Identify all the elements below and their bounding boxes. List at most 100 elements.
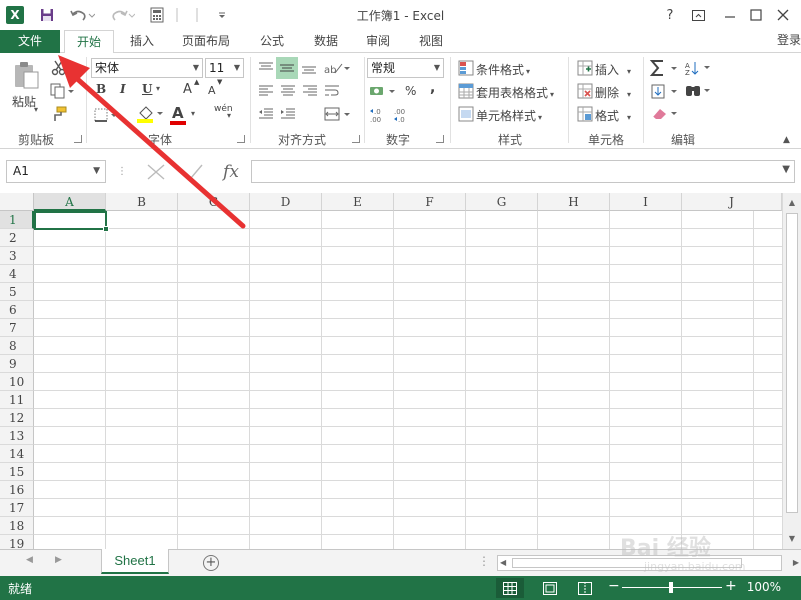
insert-function-button[interactable]: fx	[214, 160, 248, 183]
row-header-7[interactable]: 7	[0, 319, 34, 337]
add-sheet-button[interactable]: +	[203, 555, 219, 571]
align-middle-icon[interactable]	[276, 57, 298, 79]
copy-icon[interactable]	[48, 82, 78, 100]
align-center-icon[interactable]	[278, 82, 298, 100]
tab-file[interactable]: 文件	[0, 30, 60, 53]
orientation-icon[interactable]: ab	[322, 59, 352, 77]
comma-style-button[interactable]: ,	[430, 80, 435, 96]
font-color-dropdown-icon[interactable]: ▾	[191, 109, 195, 118]
align-bottom-icon[interactable]	[299, 59, 319, 77]
shrink-font-button[interactable]: A	[208, 84, 216, 97]
row-header-13[interactable]: 13	[0, 427, 34, 445]
tab-split-grip-icon[interactable]: ⋮	[478, 554, 490, 568]
font-name-combo[interactable]: 宋体 ▼	[91, 58, 203, 78]
maximize-icon[interactable]	[745, 5, 767, 25]
delete-cells-button[interactable]: 删除 ▾	[595, 84, 631, 101]
tab-view[interactable]: 视图	[411, 30, 451, 53]
autosum-icon[interactable]	[648, 57, 682, 79]
formula-bar-grip-icon[interactable]: ⋮	[117, 160, 127, 183]
column-header-j[interactable]: J	[682, 193, 782, 211]
paste-dropdown-icon[interactable]: ▾	[34, 105, 38, 114]
column-header-g[interactable]: G	[466, 193, 538, 211]
row-header-12[interactable]: 12	[0, 409, 34, 427]
increase-indent-icon[interactable]	[278, 105, 298, 123]
tab-insert[interactable]: 插入	[122, 30, 162, 53]
normal-view-icon[interactable]	[496, 578, 524, 598]
paste-icon[interactable]	[8, 59, 44, 91]
conditional-formatting-button[interactable]: 条件格式 ▾	[476, 61, 530, 78]
cell-area[interactable]	[34, 211, 782, 549]
scroll-left-icon[interactable]: ◀	[500, 556, 506, 570]
confirm-entry-icon[interactable]	[176, 160, 212, 183]
row-header-1[interactable]: 1	[0, 211, 34, 229]
select-all-button[interactable]	[0, 193, 34, 211]
conditional-formatting-icon[interactable]	[456, 59, 476, 77]
zoom-out-button[interactable]: −	[608, 578, 620, 594]
page-break-view-icon[interactable]	[571, 578, 599, 598]
font-launcher-icon[interactable]	[237, 135, 245, 143]
row-header-4[interactable]: 4	[0, 265, 34, 283]
chevron-down-icon[interactable]: ▼	[434, 59, 440, 77]
vertical-scroll-thumb[interactable]	[786, 213, 798, 513]
row-header-6[interactable]: 6	[0, 301, 34, 319]
chevron-down-icon[interactable]: ▼	[193, 59, 199, 77]
clipboard-launcher-icon[interactable]	[74, 135, 82, 143]
chevron-down-icon[interactable]: ▼	[234, 59, 240, 77]
tab-data[interactable]: 数据	[306, 30, 346, 53]
borders-icon[interactable]	[92, 105, 120, 125]
next-sheet-icon[interactable]: ▶	[55, 555, 62, 565]
cancel-entry-icon[interactable]	[138, 160, 174, 183]
increase-decimal-icon[interactable]: .0.00	[368, 105, 390, 125]
align-right-icon[interactable]	[300, 82, 320, 100]
row-header-16[interactable]: 16	[0, 481, 34, 499]
row-header-9[interactable]: 9	[0, 355, 34, 373]
column-header-f[interactable]: F	[394, 193, 466, 211]
fill-handle[interactable]	[103, 226, 109, 232]
format-as-table-button[interactable]: 套用表格格式 ▾	[476, 84, 554, 101]
page-layout-view-icon[interactable]	[536, 578, 564, 598]
row-header-8[interactable]: 8	[0, 337, 34, 355]
cell-styles-icon[interactable]	[456, 105, 476, 123]
underline-button[interactable]: U	[142, 82, 152, 96]
zoom-slider[interactable]	[622, 582, 722, 593]
zoom-slider-thumb[interactable]	[669, 582, 673, 593]
tab-page-layout[interactable]: 页面布局	[176, 30, 236, 53]
paste-button[interactable]: 粘贴	[12, 93, 36, 110]
phonetic-dropdown-icon[interactable]: ▾	[227, 111, 231, 120]
scroll-up-icon[interactable]: ▲	[785, 196, 799, 210]
grow-font-button[interactable]: A	[183, 82, 192, 97]
delete-cells-icon[interactable]	[575, 82, 595, 100]
tab-review[interactable]: 审阅	[358, 30, 398, 53]
merge-center-icon[interactable]	[322, 105, 354, 123]
ribbon-display-icon[interactable]	[687, 5, 709, 25]
cell-styles-button[interactable]: 单元格样式 ▾	[476, 107, 542, 124]
italic-button[interactable]: I	[120, 82, 126, 96]
prev-sheet-icon[interactable]: ◀	[26, 555, 33, 565]
format-painter-icon[interactable]	[48, 105, 70, 123]
find-select-icon[interactable]	[684, 82, 714, 100]
align-left-icon[interactable]	[256, 82, 276, 100]
row-header-3[interactable]: 3	[0, 247, 34, 265]
row-header-2[interactable]: 2	[0, 229, 34, 247]
underline-dropdown-icon[interactable]: ▾	[156, 84, 160, 93]
cut-icon[interactable]	[48, 59, 70, 77]
number-launcher-icon[interactable]	[436, 135, 444, 143]
sign-in-link[interactable]: 登录	[777, 30, 801, 50]
row-header-10[interactable]: 10	[0, 373, 34, 391]
collapse-ribbon-icon[interactable]: ▲	[783, 135, 790, 145]
name-box[interactable]: A1 ▼	[6, 160, 106, 183]
format-cells-icon[interactable]	[575, 105, 595, 123]
decrease-decimal-icon[interactable]: .00.0	[392, 105, 414, 125]
help-icon[interactable]: ?	[659, 5, 681, 25]
vertical-scrollbar[interactable]: ▲ ▼	[782, 193, 801, 549]
row-header-19[interactable]: 19	[0, 535, 34, 549]
active-cell-a1[interactable]	[34, 211, 109, 232]
chevron-down-icon[interactable]: ▼	[93, 161, 100, 182]
row-header-5[interactable]: 5	[0, 283, 34, 301]
format-as-table-icon[interactable]	[456, 82, 476, 100]
minimize-icon[interactable]	[719, 5, 741, 25]
fill-icon[interactable]	[648, 83, 682, 101]
align-top-icon[interactable]	[256, 59, 276, 77]
tab-home[interactable]: 开始	[64, 30, 114, 54]
formula-input[interactable]: ▼	[251, 160, 795, 183]
